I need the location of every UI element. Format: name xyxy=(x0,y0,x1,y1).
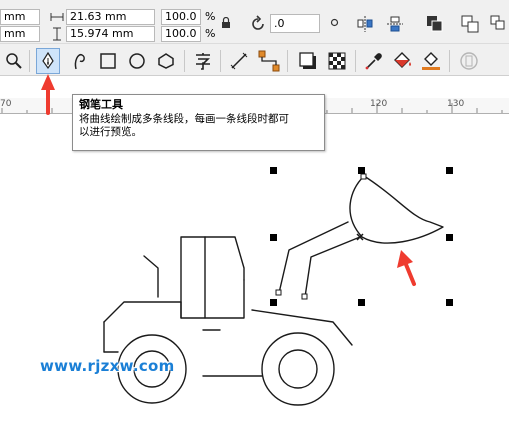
front-wheel-hub xyxy=(278,349,318,389)
pen-tool-tooltip: 钢笔工具 将曲线绘制成多条线段，每画一条线段时都可 以进行预览。 xyxy=(72,94,325,151)
ruler-label-120: 120 xyxy=(370,99,388,109)
ungroup-icon[interactable] xyxy=(490,15,508,33)
height-icon xyxy=(53,27,61,41)
drawing-canvas[interactable] xyxy=(0,114,509,442)
rectangle-tool-icon[interactable] xyxy=(99,52,117,70)
break-apart-icon[interactable] xyxy=(461,15,479,33)
tooltip-body: 将曲线绘制成多条线段，每画一条线段时都可 以进行预览。 xyxy=(79,113,318,139)
combine-icon[interactable] xyxy=(426,15,444,33)
eyedropper-icon[interactable] xyxy=(364,51,384,71)
exhaust-pipe xyxy=(143,255,159,298)
width-field[interactable]: 21.63 mm xyxy=(66,9,155,25)
height-field[interactable]: 15.974 mm xyxy=(66,26,155,42)
y-position-field[interactable]: mm xyxy=(0,26,40,42)
rotation-field[interactable]: .0 xyxy=(270,14,320,33)
interactive-fill-icon[interactable] xyxy=(391,50,413,72)
width-icon xyxy=(50,13,64,21)
toolbar-separator xyxy=(220,50,221,72)
scale-y-field[interactable]: 100.0 xyxy=(161,26,201,42)
tooltip-line-1: 将曲线绘制成多条线段，每画一条线段时都可 xyxy=(79,113,289,125)
drop-shadow-tool-icon[interactable] xyxy=(298,51,318,71)
mirror-vertical-icon[interactable] xyxy=(386,15,404,33)
property-bar: mm mm 21.63 mm 15.974 mm 100.0 100.0 % %… xyxy=(0,0,509,43)
ellipse-tool-icon[interactable] xyxy=(128,52,146,70)
ruler-label-130: 130 xyxy=(447,99,465,109)
pen-nib-icon xyxy=(42,52,54,70)
scale-x-field[interactable]: 100.0 xyxy=(161,9,201,25)
bspline-icon[interactable] xyxy=(72,51,88,71)
lift-arm-lower xyxy=(304,236,361,298)
hood-line xyxy=(103,301,182,323)
lock-ratio-icon[interactable] xyxy=(221,17,231,29)
front-wheel xyxy=(261,332,335,406)
smart-fill-icon[interactable] xyxy=(420,50,442,72)
bucket-shape xyxy=(349,175,444,244)
lift-arm-upper xyxy=(278,221,349,294)
watermark: www.rjzxw.com xyxy=(40,357,175,375)
percent-label-x: % xyxy=(205,10,216,23)
annotation-arrow-bucket xyxy=(397,250,416,286)
ruler-label-70: 70 xyxy=(0,99,12,109)
tooltip-title: 钢笔工具 xyxy=(79,98,123,111)
transparency-tool-icon[interactable] xyxy=(328,52,346,70)
text-tool-icon[interactable] xyxy=(193,51,213,71)
rotate-icon xyxy=(252,15,264,30)
zoom-icon[interactable] xyxy=(5,52,23,70)
tooltip-line-2: 以进行预览。 xyxy=(79,126,142,138)
pen-tool-button[interactable] xyxy=(36,48,60,74)
fender-line xyxy=(251,309,353,346)
toolbox xyxy=(0,43,509,76)
disabled-tool-icon xyxy=(460,52,478,70)
toolbar-separator xyxy=(449,50,450,72)
dimension-tool-icon[interactable] xyxy=(230,52,248,70)
mirror-horizontal-icon[interactable] xyxy=(356,15,374,33)
connector-tool-icon[interactable] xyxy=(258,50,280,72)
degree-icon xyxy=(330,18,339,27)
toolbar-separator xyxy=(355,50,356,72)
x-position-field[interactable]: mm xyxy=(0,9,40,25)
cab-outline xyxy=(180,236,245,319)
annotation-arrow-pen xyxy=(41,74,55,115)
polygon-tool-icon[interactable] xyxy=(157,52,175,70)
toolbar-separator xyxy=(287,50,288,72)
percent-label-y: % xyxy=(205,27,216,40)
toolbar-separator xyxy=(184,50,185,72)
toolbar-separator xyxy=(29,50,30,72)
